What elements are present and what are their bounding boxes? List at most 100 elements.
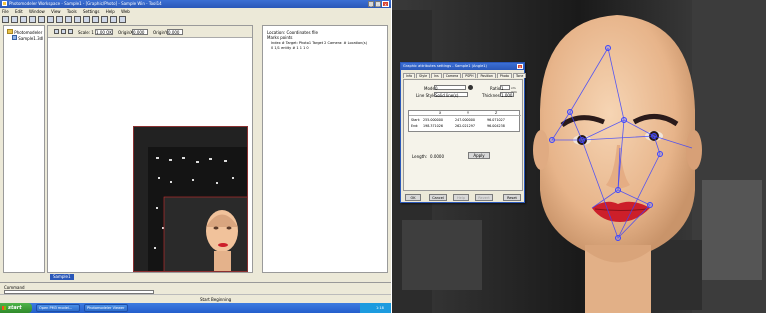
tab-style[interactable]: Style bbox=[416, 73, 431, 78]
measure-point[interactable] bbox=[615, 187, 621, 193]
tab-camera[interactable]: Camera bbox=[442, 73, 462, 78]
project-tree: Photomodeler Sample1.3dl bbox=[3, 25, 45, 273]
maximize-button[interactable]: □ bbox=[375, 1, 381, 7]
ok-button[interactable]: OK bbox=[405, 194, 421, 201]
dialog-close-button[interactable]: x bbox=[517, 64, 523, 69]
zoom-icon[interactable] bbox=[83, 16, 90, 23]
app-title: Photomodeler Workspace - Sample1 - [Grap… bbox=[9, 1, 162, 6]
line-icon[interactable] bbox=[110, 16, 117, 23]
origin-y-field[interactable]: 0.000 bbox=[167, 29, 183, 35]
measure-point[interactable] bbox=[605, 45, 611, 51]
clock: 1:18 bbox=[376, 306, 384, 310]
tab-psph[interactable]: PSPH bbox=[462, 73, 477, 78]
paste-icon[interactable] bbox=[56, 16, 63, 23]
tab-sample1[interactable]: Sample1 bbox=[50, 274, 74, 280]
zoom-out-icon[interactable] bbox=[61, 29, 66, 34]
tab-info[interactable]: Info bbox=[403, 73, 416, 78]
tree-child[interactable]: Sample1.3dl bbox=[12, 35, 43, 41]
measure-point[interactable] bbox=[549, 137, 555, 143]
file-icon bbox=[12, 35, 17, 40]
cut-icon[interactable] bbox=[38, 16, 45, 23]
length-label: Length: bbox=[412, 154, 428, 159]
menu-help[interactable]: Help bbox=[106, 9, 115, 14]
measure-point[interactable] bbox=[647, 202, 653, 208]
minimize-button[interactable]: _ bbox=[368, 1, 374, 7]
table-cell: End: bbox=[411, 124, 419, 128]
ratio-field[interactable]: 1 bbox=[500, 85, 510, 91]
tab-photo[interactable]: Photo bbox=[496, 73, 512, 78]
save-icon[interactable] bbox=[20, 16, 27, 23]
thickness-field[interactable]: 1.000 bbox=[500, 92, 514, 98]
table-cell: 198.371026 bbox=[423, 124, 443, 128]
fit-icon[interactable] bbox=[68, 29, 73, 34]
table-cell: 96.004238 bbox=[487, 124, 505, 128]
zoom-in-icon[interactable] bbox=[54, 29, 59, 34]
app-window: Photomodeler Workspace - Sample1 - [Grap… bbox=[0, 0, 391, 313]
table-cell: Start: bbox=[411, 118, 421, 122]
dialog-body: Mode: 0 Ratio: 1 cm mm Line Style: Solid… bbox=[403, 79, 523, 191]
info-line: Index # Target: Photo1 Target 2 Camera: … bbox=[271, 41, 367, 45]
start-button[interactable]: start bbox=[0, 303, 32, 313]
help-button[interactable]: Help bbox=[453, 194, 469, 201]
tab-ins[interactable]: Ins bbox=[431, 73, 442, 78]
undo-icon[interactable] bbox=[65, 16, 72, 23]
menu-settings[interactable]: Settings bbox=[83, 9, 99, 14]
color-swatch-icon[interactable] bbox=[468, 85, 473, 90]
tab-position[interactable]: Position bbox=[477, 73, 496, 78]
taskbar: start Open PM3 model... Photomodeler Vie… bbox=[0, 303, 391, 313]
measure-point[interactable] bbox=[567, 109, 573, 115]
table-cell: 247.000000 bbox=[455, 118, 475, 122]
menu-web[interactable]: Web bbox=[121, 9, 130, 14]
line-style-select[interactable]: Solid line(s) bbox=[434, 92, 468, 98]
taskbar-item[interactable]: Photomodeler Viewer bbox=[84, 304, 128, 312]
measure-point[interactable] bbox=[657, 151, 663, 157]
point-icon[interactable] bbox=[101, 16, 108, 23]
menu-window[interactable]: Window bbox=[29, 9, 45, 14]
table-cell: 96.071027 bbox=[487, 118, 505, 122]
print-icon[interactable] bbox=[29, 16, 36, 23]
menu-view[interactable]: View bbox=[51, 9, 61, 14]
photo-thumbnail[interactable] bbox=[133, 126, 248, 272]
status-text: Start Beginning bbox=[200, 297, 232, 302]
measure-point[interactable] bbox=[579, 137, 585, 143]
table-header: X bbox=[439, 111, 442, 115]
origin-y-label: OriginY bbox=[153, 30, 168, 35]
menu-file[interactable]: File bbox=[2, 9, 9, 14]
windows-logo-icon bbox=[2, 306, 6, 310]
document-tabs: Sample1 bbox=[47, 274, 253, 280]
copy-icon[interactable] bbox=[47, 16, 54, 23]
taskbar-item[interactable]: Open PM3 model... bbox=[36, 304, 80, 312]
table-row[interactable]: End: 198.371026 262.021297 96.004238 bbox=[409, 124, 521, 129]
pan-icon[interactable] bbox=[92, 16, 99, 23]
cancel-button[interactable]: Cancel bbox=[429, 194, 447, 201]
system-tray: 1:18 bbox=[360, 303, 391, 313]
measure-point[interactable] bbox=[615, 235, 621, 241]
table-row[interactable]: Start: 255.000000 247.000000 96.071027 bbox=[409, 118, 521, 123]
measure-point[interactable] bbox=[651, 133, 657, 139]
measure-icon[interactable] bbox=[119, 16, 126, 23]
scale-field[interactable]: 1.00 OK bbox=[95, 29, 113, 35]
coordinate-table: X Y Z Start: 255.000000 247.000000 96.07… bbox=[408, 110, 521, 132]
open-icon[interactable] bbox=[11, 16, 18, 23]
tab-tone[interactable]: Tone bbox=[512, 73, 527, 78]
origin-x-field[interactable]: 0.000 bbox=[132, 29, 148, 35]
redo-icon[interactable] bbox=[74, 16, 81, 23]
graphic-attributes-dialog: Graphic attributes settings - Sample1 (A… bbox=[400, 62, 527, 203]
reset-button[interactable]: Reset bbox=[503, 194, 521, 201]
menu-edit[interactable]: Edit bbox=[15, 9, 23, 14]
revert-button[interactable]: Revert bbox=[475, 194, 493, 201]
length-value: 0.0000 bbox=[430, 154, 444, 159]
new-icon[interactable] bbox=[2, 16, 9, 23]
menu-tools[interactable]: Tools bbox=[67, 9, 77, 14]
measure-point[interactable] bbox=[621, 117, 627, 123]
menu-bar: File Edit Window View Tools Settings Hel… bbox=[2, 9, 382, 15]
viewer-toolbar: Scale: 1 1.00 OK OriginX 0.000 OriginY 0… bbox=[48, 26, 252, 38]
photo-thumbnail-image bbox=[134, 127, 247, 271]
dialog-buttons: OK Cancel Help Revert Reset bbox=[403, 194, 524, 202]
mode-field[interactable]: 0 bbox=[434, 85, 466, 91]
dialog-title: Graphic attributes settings - Sample1 (A… bbox=[403, 64, 487, 68]
origin-x-label: OriginX bbox=[118, 30, 133, 35]
apply-button[interactable]: Apply bbox=[468, 152, 490, 159]
close-button[interactable]: x bbox=[382, 1, 389, 7]
info-line: 0 1/1 entity # 1 1 1 0 bbox=[271, 46, 309, 50]
